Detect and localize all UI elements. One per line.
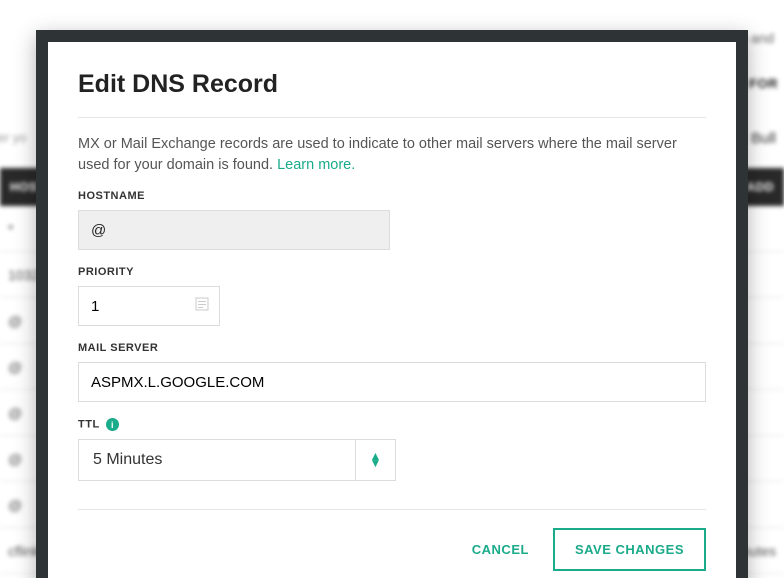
priority-label: PRIORITY [78, 266, 706, 278]
field-hostname: HOSTNAME @ [78, 190, 706, 250]
priority-input[interactable] [91, 287, 207, 325]
number-stepper-icon[interactable] [195, 297, 209, 315]
field-ttl: TTL i 5 Minutes ▲▼ [78, 418, 706, 481]
field-mail-server: MAIL SERVER [78, 342, 706, 402]
divider [78, 117, 706, 118]
mail-server-input-wrap[interactable] [78, 362, 706, 402]
hostname-input: @ [78, 210, 390, 250]
priority-input-wrap[interactable] [78, 286, 220, 326]
ttl-label: TTL i [78, 418, 706, 431]
save-changes-button[interactable]: SAVE CHANGES [553, 528, 706, 571]
description-text: MX or Mail Exchange records are used to … [78, 136, 677, 173]
learn-more-link[interactable]: Learn more. [277, 157, 355, 173]
modal-footer: CANCEL SAVE CHANGES [78, 509, 706, 571]
ttl-select-value[interactable]: 5 Minutes [78, 439, 356, 481]
modal-overlay: Edit DNS Record MX or Mail Exchange reco… [0, 0, 784, 578]
mail-server-input[interactable] [91, 363, 693, 401]
ttl-label-text: TTL [78, 418, 99, 430]
field-priority: PRIORITY [78, 266, 706, 326]
hostname-value: @ [91, 222, 106, 239]
mail-server-label: MAIL SERVER [78, 342, 706, 354]
modal-title: Edit DNS Record [78, 70, 706, 99]
hostname-label: HOSTNAME [78, 190, 706, 202]
ttl-select[interactable]: 5 Minutes ▲▼ [78, 439, 706, 481]
info-icon[interactable]: i [106, 418, 119, 431]
edit-dns-record-modal: Edit DNS Record MX or Mail Exchange reco… [36, 30, 748, 578]
ttl-select-toggle[interactable]: ▲▼ [356, 439, 396, 481]
cancel-button[interactable]: CANCEL [466, 532, 535, 567]
chevron-up-down-icon: ▲▼ [370, 453, 382, 467]
modal-description: MX or Mail Exchange records are used to … [78, 134, 706, 176]
